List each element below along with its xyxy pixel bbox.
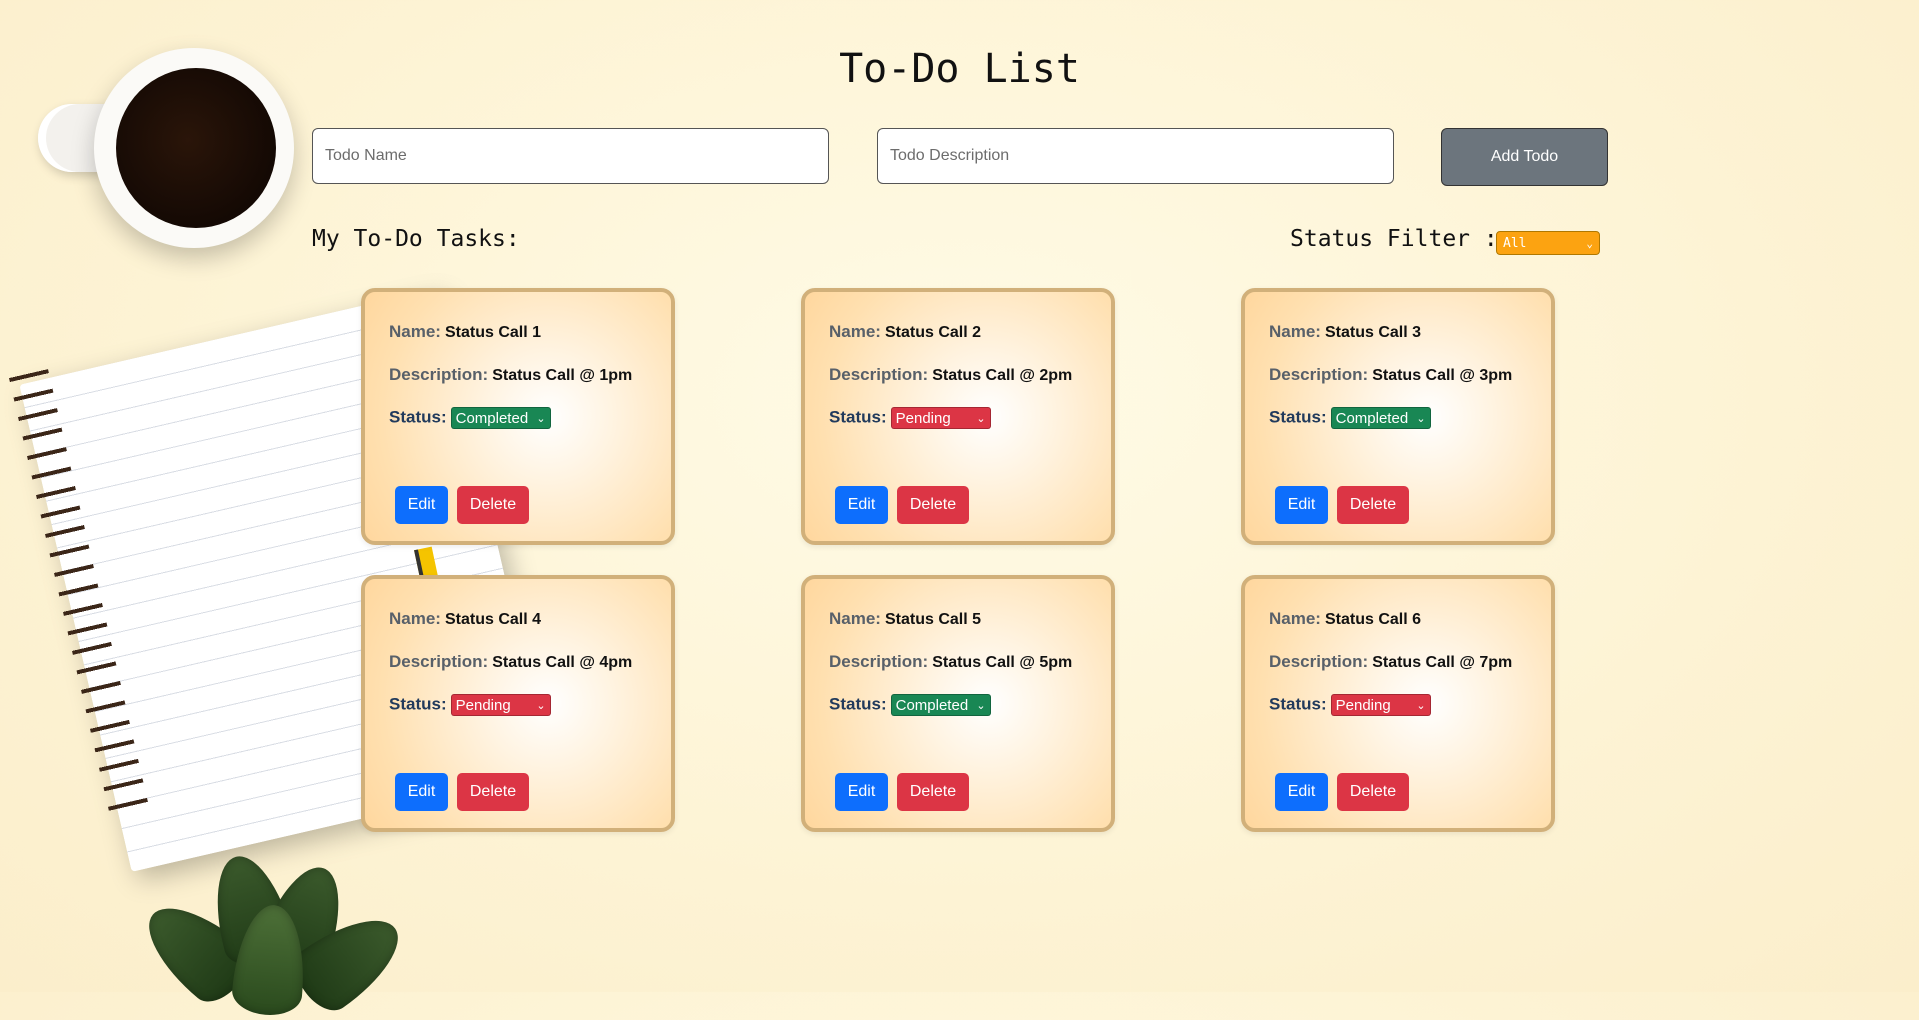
description-label: Description: <box>1269 365 1369 384</box>
todo-card: Name: Status Call 5 Description: Status Ca… <box>801 575 1115 832</box>
todo-name: Status Call 3 <box>1324 324 1421 341</box>
name-label: Name: <box>389 322 441 341</box>
tasks-heading: My To-Do Tasks: <box>312 226 520 252</box>
delete-button[interactable]: Delete <box>457 486 529 524</box>
status-filter-label: Status Filter : <box>1290 226 1498 252</box>
status-value: Pending <box>1335 696 1391 714</box>
status-value: Completed <box>895 696 969 714</box>
todo-card: Name: Status Call 2 Description: Status Ca… <box>801 288 1115 545</box>
todo-card: Name: Status Call 6 Description: Status Ca… <box>1241 575 1555 832</box>
status-label: Status: <box>829 694 887 714</box>
status-value: Pending <box>895 409 951 427</box>
chevron-down-icon: ⌄ <box>976 412 986 425</box>
name-label: Name: <box>389 609 441 628</box>
todo-card: Name: Status Call 1 Description: Status Ca… <box>361 288 675 545</box>
edit-button[interactable]: Edit <box>835 486 888 524</box>
delete-button[interactable]: Delete <box>897 486 969 524</box>
status-value: Completed <box>1335 409 1409 427</box>
delete-button[interactable]: Delete <box>1337 773 1409 811</box>
name-label: Name: <box>1269 609 1321 628</box>
todo-description: Status Call @ 5pm <box>932 654 1073 671</box>
todo-card: Name: Status Call 4 Description: Status Ca… <box>361 575 675 832</box>
add-todo-button[interactable]: Add Todo <box>1441 128 1608 186</box>
page-title: To-Do List <box>839 46 1080 92</box>
todo-name: Status Call 5 <box>884 611 981 628</box>
todo-description: Status Call @ 4pm <box>492 654 633 671</box>
status-value: Completed <box>455 409 529 427</box>
status-label: Status: <box>829 407 887 427</box>
todo-name: Status Call 4 <box>444 611 541 628</box>
edit-button[interactable]: Edit <box>1275 486 1328 524</box>
todo-name-input[interactable] <box>312 128 829 184</box>
delete-button[interactable]: Delete <box>457 773 529 811</box>
chevron-down-icon: ⌄ <box>536 412 546 425</box>
chevron-down-icon: ⌄ <box>976 699 986 712</box>
description-label: Description: <box>829 365 929 384</box>
status-select[interactable]: Completed ⌄ <box>890 694 991 716</box>
name-label: Name: <box>1269 322 1321 341</box>
todo-card: Name: Status Call 3 Description: Status Ca… <box>1241 288 1555 545</box>
edit-button[interactable]: Edit <box>395 773 448 811</box>
delete-button[interactable]: Delete <box>897 773 969 811</box>
name-label: Name: <box>829 609 881 628</box>
delete-button[interactable]: Delete <box>1337 486 1409 524</box>
chevron-down-icon: ⌄ <box>1416 412 1426 425</box>
status-filter-value: All <box>1503 235 1527 251</box>
edit-button[interactable]: Edit <box>395 486 448 524</box>
description-label: Description: <box>389 365 489 384</box>
status-label: Status: <box>1269 694 1327 714</box>
description-label: Description: <box>389 652 489 671</box>
todo-description: Status Call @ 7pm <box>1372 654 1513 671</box>
status-label: Status: <box>389 407 447 427</box>
chevron-down-icon: ⌄ <box>1416 699 1426 712</box>
description-label: Description: <box>1269 652 1369 671</box>
todo-description: Status Call @ 2pm <box>932 367 1073 384</box>
status-select[interactable]: Pending ⌄ <box>890 407 991 429</box>
status-value: Pending <box>455 696 511 714</box>
todo-description: Status Call @ 3pm <box>1372 367 1513 384</box>
todo-name: Status Call 2 <box>884 324 981 341</box>
todo-description-input[interactable] <box>877 128 1394 184</box>
status-select[interactable]: Completed ⌄ <box>1330 407 1431 429</box>
status-filter-select[interactable]: All ⌄ <box>1496 231 1600 255</box>
status-label: Status: <box>1269 407 1327 427</box>
status-select[interactable]: Pending ⌄ <box>450 694 551 716</box>
todo-description: Status Call @ 1pm <box>492 367 633 384</box>
description-label: Description: <box>829 652 929 671</box>
chevron-down-icon: ⌄ <box>536 699 546 712</box>
edit-button[interactable]: Edit <box>1275 773 1328 811</box>
status-select[interactable]: Completed ⌄ <box>450 407 551 429</box>
succulent-plant-image <box>120 847 420 1020</box>
status-label: Status: <box>389 694 447 714</box>
status-select[interactable]: Pending ⌄ <box>1330 694 1431 716</box>
todo-name: Status Call 6 <box>1324 611 1421 628</box>
chevron-down-icon: ⌄ <box>1586 236 1593 250</box>
name-label: Name: <box>829 322 881 341</box>
edit-button[interactable]: Edit <box>835 773 888 811</box>
todo-name: Status Call 1 <box>444 324 541 341</box>
